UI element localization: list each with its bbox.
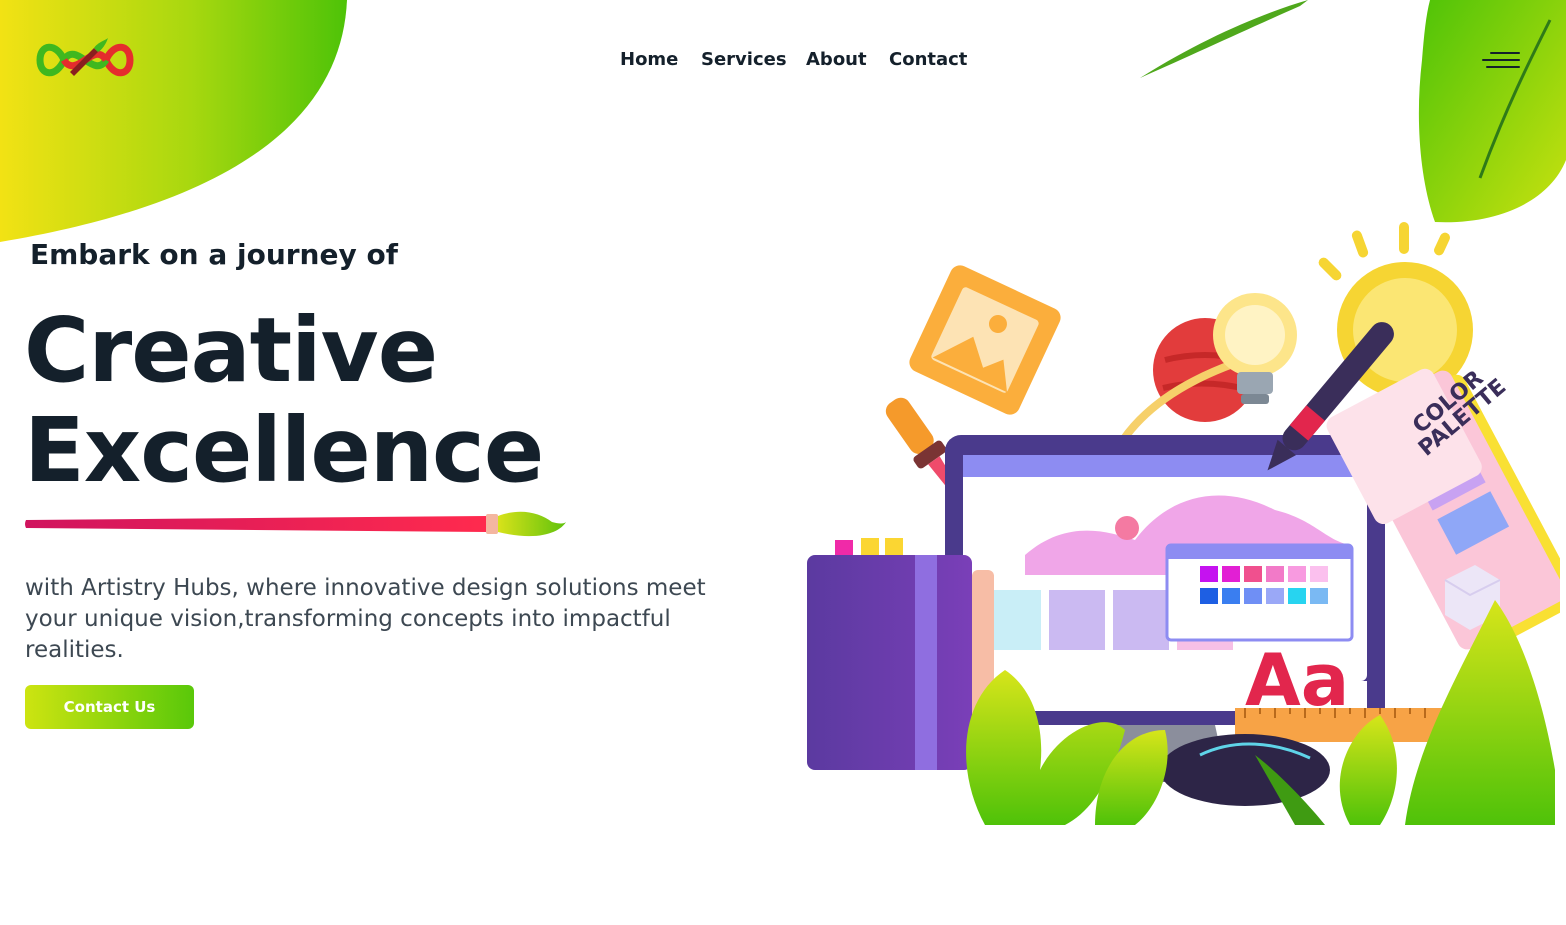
decorative-leaves-top-right xyxy=(1140,0,1566,223)
contact-us-button[interactable]: Contact Us xyxy=(25,685,194,729)
hamburger-menu-icon[interactable] xyxy=(1480,48,1520,74)
nav-home[interactable]: Home xyxy=(620,49,678,70)
nav-contact[interactable]: Contact xyxy=(889,49,967,70)
paintbrush-divider-icon xyxy=(25,511,566,537)
image-icon xyxy=(909,265,1061,415)
mouse-icon xyxy=(1160,734,1330,806)
nav-about[interactable]: About xyxy=(806,49,867,70)
color-picker-popup xyxy=(1165,543,1354,642)
headline-line-2: Excellence xyxy=(24,398,544,502)
nav-services[interactable]: Services xyxy=(701,49,787,70)
hero-headline: Creative Excellence xyxy=(24,298,544,502)
headline-line-1: Creative xyxy=(24,298,438,402)
hero-eyebrow: Embark on a journey of xyxy=(30,238,398,271)
main-nav: Home Services About Contact xyxy=(0,49,1566,73)
hero-description: with Artistry Hubs, where innovative des… xyxy=(25,575,706,663)
sketchbook-icon xyxy=(807,538,994,770)
creative-workspace-illustration: COLOR PALETTE Aa xyxy=(807,222,1560,825)
